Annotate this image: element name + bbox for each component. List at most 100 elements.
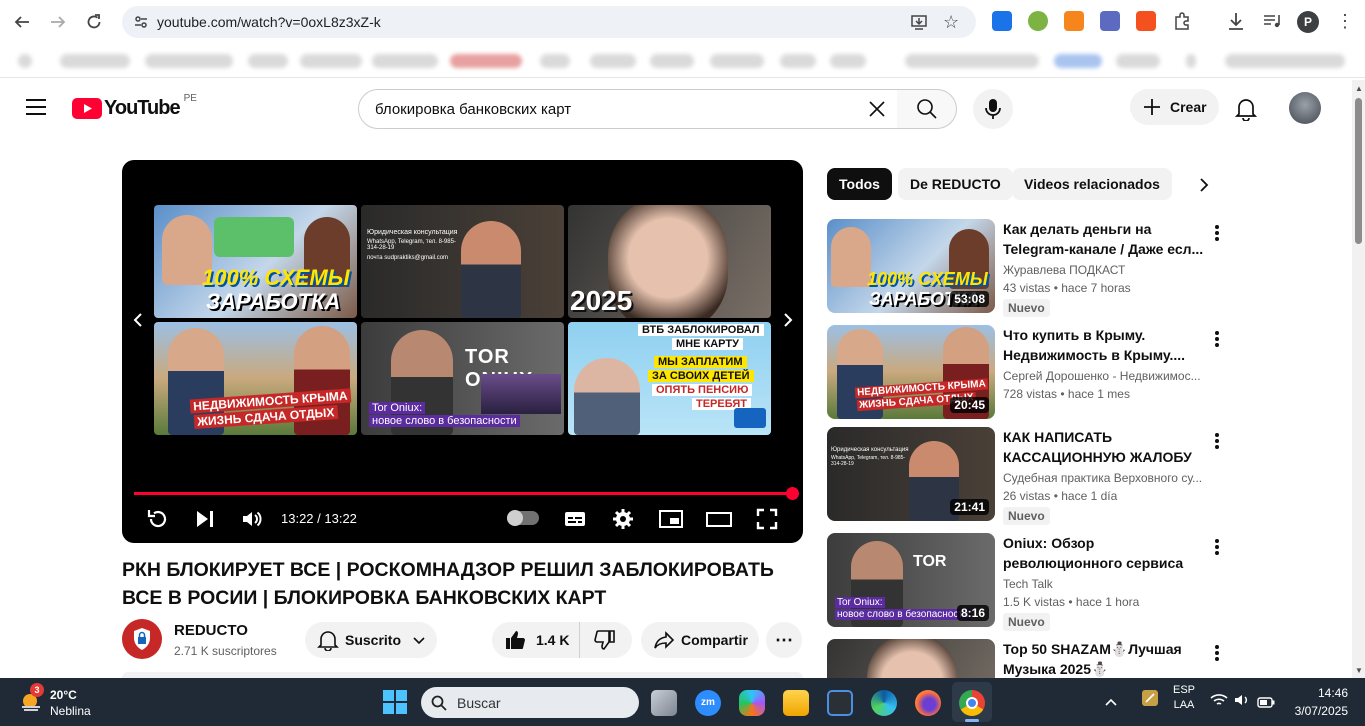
show-hidden-icons-chevron-icon[interactable] — [1104, 694, 1118, 712]
weather-temp[interactable]: 20°C — [50, 688, 77, 702]
subtitles-icon[interactable] — [563, 507, 587, 536]
scrollbar-thumb[interactable] — [1355, 98, 1362, 244]
create-button[interactable]: Crear — [1130, 89, 1219, 125]
bookmark-item[interactable] — [830, 54, 866, 68]
extension-s-icon[interactable] — [992, 11, 1012, 31]
channel-avatar[interactable] — [122, 619, 162, 659]
bookmark-item[interactable] — [1186, 54, 1196, 68]
recommendation-title[interactable]: Как делать деньги на Telegram-канале / Д… — [1003, 219, 1207, 259]
bookmark-star-icon[interactable]: ☆ — [943, 12, 959, 33]
media-control-icon[interactable] — [1262, 11, 1282, 31]
bookmark-item[interactable] — [145, 54, 233, 68]
search-box[interactable]: блокировка банковских карт — [358, 89, 898, 129]
endscreen-prev-icon[interactable] — [132, 312, 144, 333]
bookmark-item[interactable] — [248, 54, 288, 68]
recommendation-item[interactable]: Top 50 SHAZAM⛄Лучшая Музыка 2025⛄Зарубеж… — [827, 639, 1227, 678]
dislike-button[interactable] — [580, 622, 632, 658]
notifications-bell-icon[interactable] — [1234, 97, 1258, 126]
recommendation-item[interactable]: TOR Tor Oniux: новое слово в безопасност… — [827, 533, 1227, 631]
edge-browser-icon[interactable] — [871, 690, 897, 716]
browser-menu-icon[interactable]: ⋮ — [1336, 12, 1354, 30]
channel-name[interactable]: REDUCTO — [174, 622, 248, 639]
copilot-icon[interactable] — [739, 690, 765, 716]
site-info-icon[interactable] — [133, 14, 149, 35]
recommendation-channel[interactable]: Журавлева ПОДКАСТ — [1003, 263, 1207, 277]
fullscreen-icon[interactable] — [755, 507, 779, 536]
bookmark-item[interactable] — [710, 54, 764, 68]
battery-icon[interactable] — [1257, 695, 1275, 713]
more-vertical-icon[interactable] — [1209, 645, 1225, 661]
extension-leaf-icon[interactable] — [1028, 11, 1048, 31]
weather-widget-icon[interactable]: 3 — [18, 683, 44, 713]
endscreen-video-6[interactable]: ВТБ ЗАБЛОКИРОВАЛ МНЕ КАРТУ МЫ ЗАПЛАТИМ З… — [568, 322, 771, 435]
recommendation-title[interactable]: Top 50 SHAZAM⛄Лучшая Музыка 2025⛄Зарубеж… — [1003, 639, 1207, 678]
weather-desc[interactable]: Neblina — [50, 704, 91, 718]
tray-app-icon[interactable] — [1140, 688, 1160, 713]
miniplayer-icon[interactable] — [658, 507, 684, 536]
extension-red-icon[interactable] — [1136, 11, 1156, 31]
recommendation-title[interactable]: КАК НАПИСАТЬ КАССАЦИОННУЮ ЖАЛОБУ — [1003, 427, 1207, 467]
endscreen-video-2[interactable]: Юридическая консультация WhatsApp, Teleg… — [361, 205, 564, 318]
hamburger-menu-icon[interactable] — [26, 99, 46, 115]
recommendation-item[interactable]: Юридическая консультация WhatsApp, Teleg… — [827, 427, 1227, 525]
address-bar[interactable]: youtube.com/watch?v=0oxL8z3xZ-k ☆ — [122, 6, 976, 38]
reload-icon[interactable] — [82, 10, 106, 34]
subscribed-button[interactable]: Suscrito — [305, 622, 437, 658]
clock[interactable]: 14:46 3/07/2025 — [1290, 686, 1348, 718]
chip-related[interactable]: Videos relacionados — [1012, 168, 1172, 200]
shield-extension-icon[interactable] — [1100, 11, 1120, 31]
bookmark-item[interactable] — [780, 54, 816, 68]
task-view-icon[interactable] — [651, 690, 677, 716]
video-thumbnail[interactable]: TOR Tor Oniux: новое слово в безопасност… — [827, 533, 995, 627]
theater-mode-icon[interactable] — [705, 507, 733, 536]
autoplay-toggle[interactable] — [507, 510, 539, 526]
scroll-up-icon[interactable]: ▲ — [1355, 84, 1363, 93]
language-indicator[interactable]: ESP LAA — [1172, 684, 1196, 711]
microsoft-store-icon[interactable] — [827, 690, 853, 716]
bookmark-item[interactable] — [540, 54, 570, 68]
progress-bar[interactable] — [134, 492, 792, 495]
progress-scrubber[interactable] — [786, 487, 799, 500]
endscreen-next-icon[interactable] — [782, 312, 794, 333]
endscreen-video-4[interactable]: НЕДВИЖИМОСТЬ КРЫМА ЖИЗНЬ СДАЧА ОТДЫХ — [154, 322, 357, 435]
replay-icon[interactable] — [146, 507, 170, 536]
bookmark-item[interactable] — [372, 54, 438, 68]
bookmark-item[interactable] — [905, 54, 1039, 68]
like-button[interactable]: 1.4 K — [492, 622, 580, 658]
back-arrow-icon[interactable] — [10, 10, 34, 34]
address-url[interactable]: youtube.com/watch?v=0oxL8z3xZ-k — [157, 14, 381, 30]
file-explorer-icon[interactable] — [783, 690, 809, 716]
windows-start-icon[interactable] — [383, 690, 407, 719]
recommendation-title[interactable]: Что купить в Крыму. Недвижимость в Крыму… — [1003, 325, 1207, 365]
voice-search-button[interactable] — [973, 89, 1013, 129]
video-thumbnail[interactable]: Юридическая консультация WhatsApp, Teleg… — [827, 427, 995, 521]
speaker-icon[interactable] — [1234, 693, 1250, 712]
metamask-fox-icon[interactable] — [1064, 11, 1084, 31]
recommendation-item[interactable]: 100% СХЕМЫ ЗАРАБОТКА 53:08 Как делать де… — [827, 219, 1227, 317]
chips-next-icon[interactable] — [1198, 177, 1210, 198]
more-vertical-icon[interactable] — [1209, 331, 1225, 347]
more-vertical-icon[interactable] — [1209, 539, 1225, 555]
recommendation-item[interactable]: НЕДВИЖИМОСТЬ КРЫМА ЖИЗНЬ СДАЧА ОТДЫХ 20:… — [827, 325, 1227, 421]
chrome-taskbar-button[interactable] — [952, 682, 992, 722]
download-icon[interactable] — [1226, 11, 1246, 31]
bookmark-item[interactable] — [60, 54, 130, 68]
bookmark-item[interactable] — [18, 54, 32, 68]
youtube-logo[interactable]: YouTube PE — [72, 93, 197, 120]
scroll-down-icon[interactable]: ▼ — [1355, 666, 1363, 675]
share-button[interactable]: Compartir — [641, 622, 759, 658]
wifi-icon[interactable] — [1210, 693, 1228, 712]
bookmark-item[interactable] — [450, 54, 522, 68]
recommendation-channel[interactable]: Tech Talk — [1003, 577, 1207, 591]
recommendation-channel[interactable]: Судебная практика Верховного су... — [1003, 471, 1207, 485]
chip-all[interactable]: Todos — [827, 168, 892, 200]
endscreen-video-3[interactable]: 2025 — [568, 205, 771, 318]
search-button[interactable] — [897, 89, 957, 129]
volume-icon[interactable] — [240, 507, 264, 536]
bookmark-item[interactable] — [1054, 54, 1102, 68]
settings-gear-icon[interactable] — [611, 507, 635, 536]
more-vertical-icon[interactable] — [1209, 433, 1225, 449]
zoom-app-icon[interactable]: zm — [695, 690, 721, 716]
more-actions-button[interactable]: ⋯ — [766, 622, 802, 658]
extensions-puzzle-icon[interactable] — [1172, 11, 1192, 31]
